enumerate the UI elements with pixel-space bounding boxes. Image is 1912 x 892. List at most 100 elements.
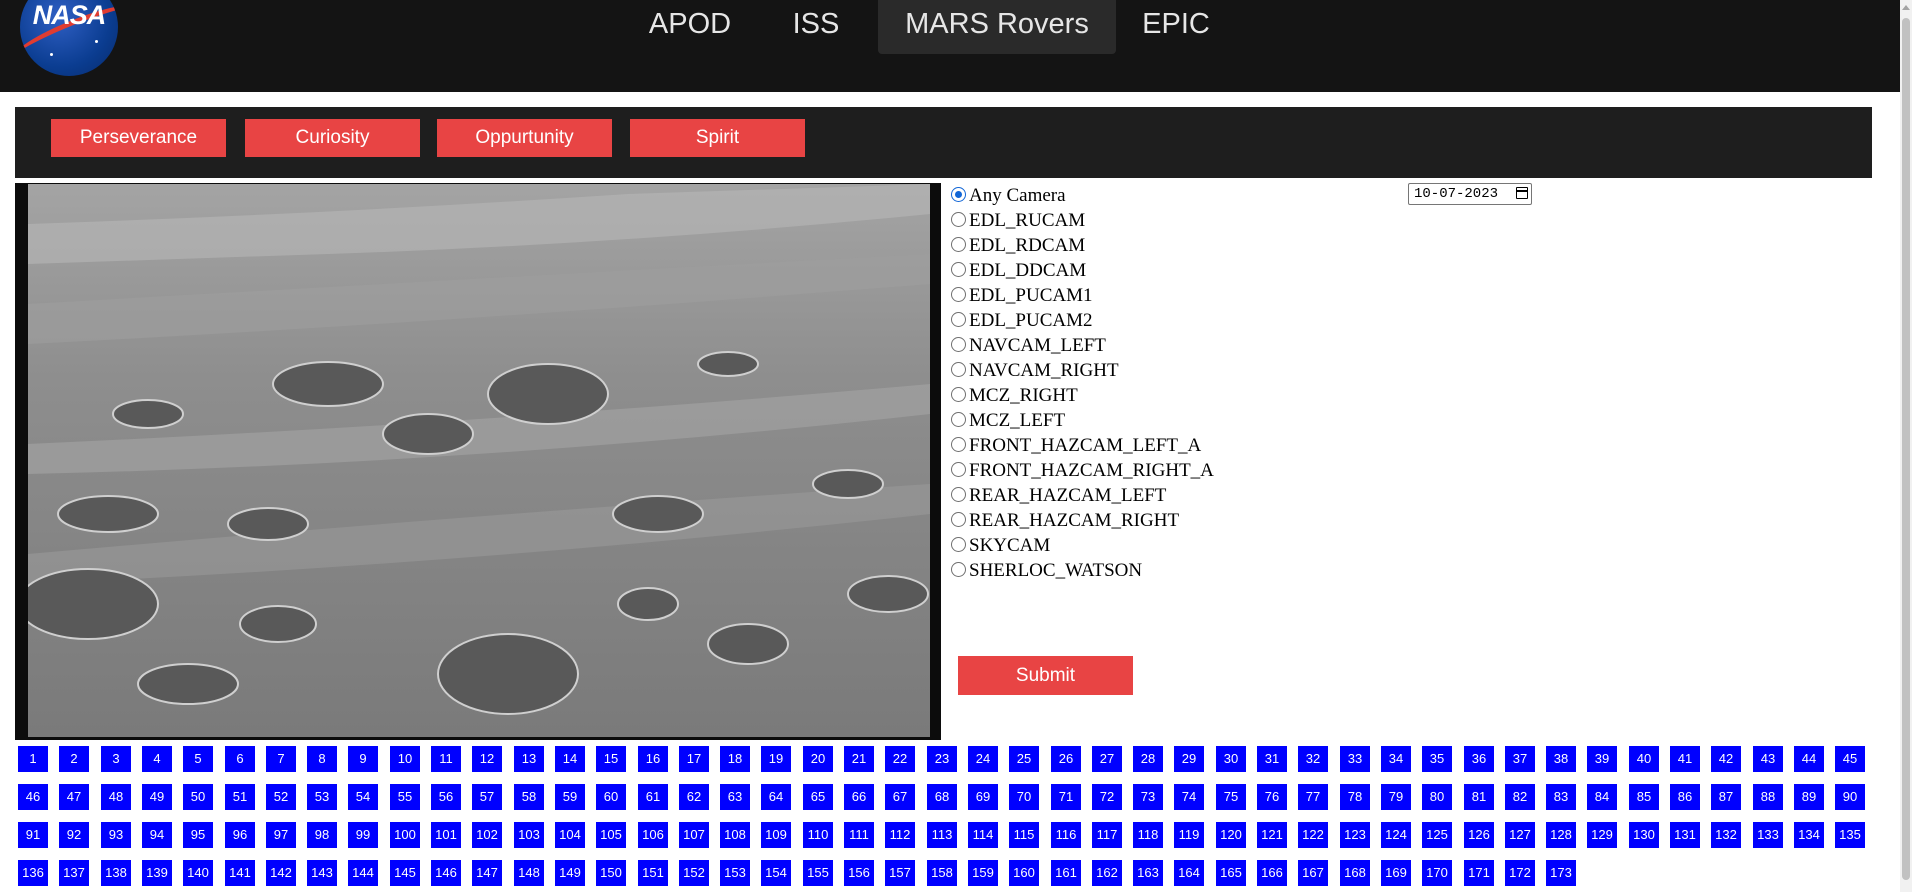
page-button-83[interactable]: 83 [1546,784,1576,810]
page-button-124[interactable]: 124 [1381,822,1411,848]
page-button-166[interactable]: 166 [1257,860,1287,886]
page-button-103[interactable]: 103 [514,822,544,848]
page-button-138[interactable]: 138 [101,860,131,886]
page-button-89[interactable]: 89 [1794,784,1824,810]
page-button-24[interactable]: 24 [968,746,998,772]
page-button-134[interactable]: 134 [1794,822,1824,848]
page-button-157[interactable]: 157 [885,860,915,886]
page-button-102[interactable]: 102 [472,822,502,848]
page-button-146[interactable]: 146 [431,860,461,886]
calendar-icon[interactable] [1516,187,1528,199]
page-button-71[interactable]: 71 [1051,784,1081,810]
page-button-15[interactable]: 15 [596,746,626,772]
radio-button[interactable] [951,336,966,352]
page-button-32[interactable]: 32 [1298,746,1328,772]
page-button-74[interactable]: 74 [1174,784,1204,810]
page-button-63[interactable]: 63 [720,784,750,810]
nav-mars-rovers[interactable]: MARS Rovers [878,0,1116,54]
page-button-171[interactable]: 171 [1464,860,1494,886]
page-button-46[interactable]: 46 [18,784,48,810]
page-button-159[interactable]: 159 [968,860,998,886]
page-button-100[interactable]: 100 [390,822,420,848]
page-button-78[interactable]: 78 [1340,784,1370,810]
page-button-92[interactable]: 92 [59,822,89,848]
camera-option-edl-rucam[interactable]: EDL_RUCAM [950,208,1085,233]
page-button-150[interactable]: 150 [596,860,626,886]
page-button-49[interactable]: 49 [142,784,172,810]
page-button-85[interactable]: 85 [1629,784,1659,810]
page-button-173[interactable]: 173 [1546,860,1576,886]
page-button-52[interactable]: 52 [266,784,296,810]
page-button-4[interactable]: 4 [142,746,172,772]
page-button-10[interactable]: 10 [390,746,420,772]
rover-button-oppurtunity[interactable]: Oppurtunity [437,119,612,157]
nasa-logo[interactable]: NASA [20,0,118,76]
radio-button[interactable] [951,211,966,227]
page-button-55[interactable]: 55 [390,784,420,810]
page-button-12[interactable]: 12 [472,746,502,772]
page-button-70[interactable]: 70 [1009,784,1039,810]
page-button-80[interactable]: 80 [1422,784,1452,810]
page-button-68[interactable]: 68 [927,784,957,810]
page-button-8[interactable]: 8 [307,746,337,772]
page-button-145[interactable]: 145 [390,860,420,886]
page-button-168[interactable]: 168 [1340,860,1370,886]
page-button-162[interactable]: 162 [1092,860,1122,886]
rover-button-perseverance[interactable]: Perseverance [51,119,226,157]
page-button-38[interactable]: 38 [1546,746,1576,772]
page-button-60[interactable]: 60 [596,784,626,810]
page-button-13[interactable]: 13 [514,746,544,772]
page-button-99[interactable]: 99 [348,822,378,848]
page-button-50[interactable]: 50 [183,784,213,810]
radio-button[interactable] [951,486,966,502]
page-button-110[interactable]: 110 [803,822,833,848]
page-button-143[interactable]: 143 [307,860,337,886]
page-button-47[interactable]: 47 [59,784,89,810]
radio-button[interactable] [951,261,966,277]
page-button-45[interactable]: 45 [1835,746,1865,772]
camera-option-any-camera[interactable]: Any Camera [950,183,1066,208]
page-button-18[interactable]: 18 [720,746,750,772]
page-button-126[interactable]: 126 [1464,822,1494,848]
page-button-154[interactable]: 154 [761,860,791,886]
camera-option-front-hazcam-right-a[interactable]: FRONT_HAZCAM_RIGHT_A [950,458,1214,483]
page-button-69[interactable]: 69 [968,784,998,810]
page-button-119[interactable]: 119 [1174,822,1204,848]
page-button-108[interactable]: 108 [720,822,750,848]
page-button-127[interactable]: 127 [1505,822,1535,848]
page-button-61[interactable]: 61 [638,784,668,810]
page-button-73[interactable]: 73 [1133,784,1163,810]
page-button-36[interactable]: 36 [1464,746,1494,772]
rover-button-curiosity[interactable]: Curiosity [245,119,420,157]
page-button-130[interactable]: 130 [1629,822,1659,848]
page-button-115[interactable]: 115 [1009,822,1039,848]
page-button-105[interactable]: 105 [596,822,626,848]
page-button-133[interactable]: 133 [1753,822,1783,848]
page-button-84[interactable]: 84 [1587,784,1617,810]
camera-option-edl-pucam1[interactable]: EDL_PUCAM1 [950,283,1093,308]
radio-button[interactable] [951,536,966,552]
radio-button[interactable] [951,436,966,452]
page-button-104[interactable]: 104 [555,822,585,848]
page-button-167[interactable]: 167 [1298,860,1328,886]
page-button-7[interactable]: 7 [266,746,296,772]
page-button-57[interactable]: 57 [472,784,502,810]
page-button-72[interactable]: 72 [1092,784,1122,810]
page-button-132[interactable]: 132 [1711,822,1741,848]
page-button-2[interactable]: 2 [59,746,89,772]
page-button-26[interactable]: 26 [1051,746,1081,772]
page-button-149[interactable]: 149 [555,860,585,886]
page-button-112[interactable]: 112 [885,822,915,848]
page-button-141[interactable]: 141 [225,860,255,886]
page-button-43[interactable]: 43 [1753,746,1783,772]
page-button-31[interactable]: 31 [1257,746,1287,772]
page-button-139[interactable]: 139 [142,860,172,886]
page-button-158[interactable]: 158 [927,860,957,886]
page-button-140[interactable]: 140 [183,860,213,886]
nav-epic[interactable]: EPIC [1136,0,1216,54]
radio-button[interactable] [951,186,966,202]
page-button-86[interactable]: 86 [1670,784,1700,810]
vertical-scrollbar[interactable] [1900,0,1912,892]
page-button-117[interactable]: 117 [1092,822,1122,848]
page-button-62[interactable]: 62 [679,784,709,810]
